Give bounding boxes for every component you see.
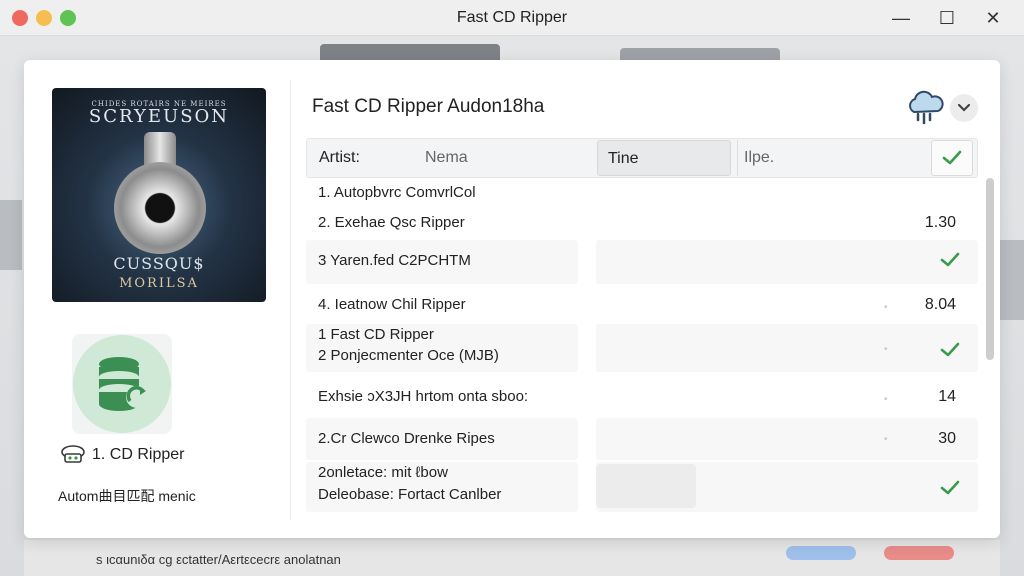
panel-title: Fast CD Ripper Audon18ha [312, 96, 545, 117]
table-row[interactable]: 2onletace: mit ℓbow Deleobase: Fortact C… [306, 462, 978, 512]
table-row[interactable]: 4. Ieatnow Chil Ripper • 8.04 [306, 286, 978, 326]
header-type-label: Ilpe. [744, 149, 775, 166]
ripper-dialog: CHIDES ROTAIRS NE MEIRES SCRYEUSON CUSSQ… [24, 60, 1000, 538]
cloud-sync-button[interactable] [904, 90, 946, 126]
check-icon[interactable] [940, 342, 960, 358]
track-duration: 8.04 [924, 296, 956, 313]
table-row[interactable]: 2. Exehae Qsc Ripper 1.30 [306, 204, 978, 244]
track-name: Exhsie ɔX3JH hrtom onta sboo: [318, 388, 529, 405]
database-tile[interactable] [72, 334, 172, 434]
track-name: 2. Exehae Qsc Ripper [318, 214, 465, 231]
footer-primary-button[interactable] [786, 546, 856, 560]
scrollbar-thumb[interactable] [986, 178, 994, 360]
album-bottom-subtitle: MORILSA [119, 276, 199, 291]
check-icon[interactable] [940, 252, 960, 268]
track-duration: 30 [938, 430, 956, 447]
track-name: 4. Ieatnow Chil Ripper [318, 296, 466, 313]
select-all-checkbox[interactable] [931, 140, 973, 176]
footer-secondary-button[interactable] [884, 546, 954, 560]
header-time-button[interactable]: Tine [597, 140, 731, 176]
app-label-row: 1. CD Ripper [60, 444, 184, 466]
close-button[interactable]: ✕ [970, 4, 1016, 32]
album-bottom-title: CUSSQU$ [113, 254, 205, 273]
table-row[interactable]: 3 Yaren.fed C2PCHTM [306, 240, 978, 284]
header-artist: Artist: [319, 149, 360, 166]
app-badge-icon [61, 445, 85, 463]
check-icon [942, 150, 962, 165]
header-time-label: Tine [608, 150, 639, 167]
window-controls: — ☐ ✕ [878, 4, 1016, 32]
track-name-line2: 2 Ponjecmenter Oce (MJB) [318, 347, 499, 364]
track-duration: 14 [938, 388, 956, 405]
panel-divider [290, 80, 291, 520]
app-label: 1. CD Ripper [92, 446, 185, 463]
background-blur [0, 200, 22, 270]
track-name-line2: Deleobase: Fortact Canlber [318, 486, 502, 503]
cloud-sync-icon [909, 90, 944, 125]
track-name: 2.Cr Clewco Drenke Ripes [318, 430, 495, 447]
minimize-button[interactable]: — [878, 4, 924, 32]
track-table-header: Artist: Nema Tine Ilpe. [306, 138, 978, 178]
maximize-button[interactable]: ☐ [924, 4, 970, 32]
track-name: 1 Fast CD Ripper [318, 326, 434, 343]
track-name: 2onletace: mit ℓbow [318, 464, 448, 481]
track-name: 3 Yaren.fed C2PCHTM [318, 252, 471, 269]
track-duration: 1.30 [924, 214, 956, 231]
check-icon[interactable] [940, 480, 960, 496]
track-progress-block [596, 464, 696, 508]
header-type[interactable]: Ilpe. [737, 140, 927, 176]
title-bar: Fast CD Ripper — ☐ ✕ [0, 0, 1024, 36]
app-sub-label: Autom曲目匹配 menic [58, 488, 196, 504]
dropdown-button[interactable] [950, 94, 978, 122]
chevron-down-icon [957, 103, 971, 112]
footer-text: s ιcαunιδα cg εctatter/Aεrtεcecrε anolat… [96, 552, 341, 567]
table-row[interactable]: Exhsie ɔX3JH hrtom onta sboo: • 14 [306, 378, 978, 418]
album-title: SCRYEUSON [88, 106, 230, 127]
table-row[interactable]: 2.Cr Clewco Drenke Ripes • 30 [306, 418, 978, 460]
track-name: 1. Autopbvrc ComvrlCol [318, 184, 476, 201]
background-blur [1000, 240, 1024, 320]
disc-graphic [114, 162, 206, 254]
database-sync-icon [73, 335, 171, 433]
album-cover: CHIDES ROTAIRS NE MEIRES SCRYEUSON CUSSQ… [52, 88, 266, 302]
table-row[interactable]: 1 Fast CD Ripper 2 Ponjecmenter Oce (MJB… [306, 324, 978, 372]
window-title: Fast CD Ripper [456, 9, 568, 26]
header-name[interactable]: Nema [425, 149, 468, 167]
table-row[interactable]: 1. Autopbvrc ComvrlCol [306, 182, 978, 206]
